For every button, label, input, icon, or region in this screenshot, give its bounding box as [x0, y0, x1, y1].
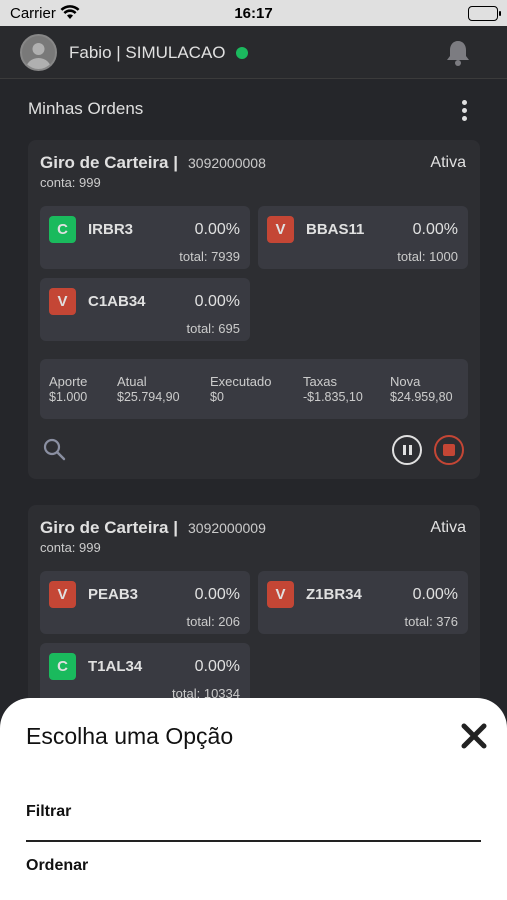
filter-option[interactable]: Filtrar — [26, 803, 71, 821]
options-sheet: Escolha uma Opção Filtrar Ordenar — [0, 698, 507, 900]
close-icon[interactable] — [459, 721, 489, 751]
sort-option[interactable]: Ordenar — [26, 857, 88, 875]
sheet-title: Escolha uma Opção — [26, 723, 234, 749]
divider — [26, 840, 481, 842]
